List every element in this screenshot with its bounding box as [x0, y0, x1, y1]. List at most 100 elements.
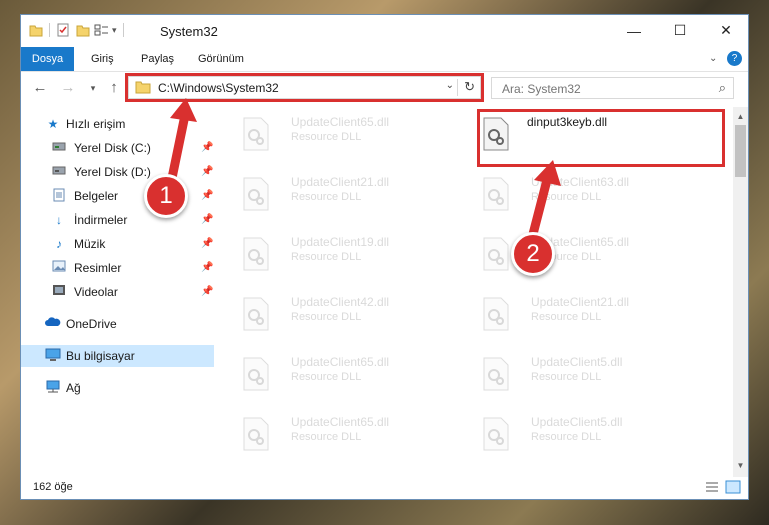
- file-type: Resource DLL: [531, 311, 602, 323]
- details-view-icon[interactable]: [704, 480, 720, 494]
- file-item[interactable]: UpdateClient65.dll Resource DLL: [219, 109, 449, 161]
- sidebar-item-this-pc[interactable]: Bu bilgisayar: [21, 345, 214, 367]
- sidebar-item-label: Müzik: [74, 237, 106, 251]
- forward-arrow-icon[interactable]: →: [59, 79, 77, 97]
- dll-file-icon: [243, 117, 269, 151]
- file-item[interactable]: UpdateClient65.dll Resource DLL: [459, 229, 689, 281]
- file-list: UpdateClient65.dll Resource DLL UpdateCl…: [215, 107, 732, 467]
- dll-file-icon: [243, 237, 269, 271]
- sidebar-item-local-disk-c[interactable]: Yerel Disk (C:) 📌: [21, 137, 214, 159]
- dll-file-icon: [483, 117, 509, 151]
- file-name: UpdateClient5.dll: [531, 355, 623, 369]
- video-icon: [51, 284, 67, 300]
- sidebar-item-onedrive[interactable]: OneDrive: [21, 313, 214, 335]
- up-arrow-icon[interactable]: ↑: [105, 79, 123, 97]
- vertical-scrollbar[interactable]: ▲ ▼: [733, 107, 748, 477]
- refresh-icon[interactable]: ↻: [464, 79, 475, 95]
- file-name: UpdateClient65.dll: [291, 355, 390, 369]
- dll-file-icon: [243, 357, 269, 391]
- file-type: Resource DLL: [531, 431, 602, 443]
- pin-icon[interactable]: 📌: [201, 257, 213, 279]
- pin-icon[interactable]: 📌: [201, 137, 213, 159]
- step-badge-1: 1: [144, 174, 188, 218]
- sidebar-item-quick-access[interactable]: ★ Hızlı erişim: [21, 113, 214, 135]
- dll-file-icon: [483, 297, 509, 331]
- scrollbar-thumb[interactable]: [735, 125, 746, 177]
- file-name: UpdateClient5.dll: [531, 415, 623, 429]
- sidebar-item-label: İndirmeler: [74, 213, 128, 227]
- dll-file-icon: [483, 417, 509, 451]
- sidebar-item-music[interactable]: ♪ Müzik 📌: [21, 233, 214, 255]
- title-bar: ▾ System32 — ☐ ✕: [21, 15, 748, 47]
- maximize-button[interactable]: ☐: [657, 15, 703, 46]
- back-arrow-icon[interactable]: ←: [31, 79, 49, 97]
- scroll-up-icon[interactable]: ▲: [733, 109, 748, 124]
- download-icon: ↓: [56, 213, 62, 227]
- pin-icon[interactable]: 📌: [201, 233, 213, 255]
- sidebar-item-network[interactable]: Ağ: [21, 377, 214, 399]
- sidebar-item-downloads[interactable]: ↓ İndirmeler 📌: [21, 209, 214, 231]
- sidebar-item-pictures[interactable]: Resimler 📌: [21, 257, 214, 279]
- sidebar-item-label: OneDrive: [66, 317, 117, 331]
- file-type: Resource DLL: [531, 371, 602, 383]
- file-name: UpdateClient21.dll: [291, 175, 390, 189]
- dll-file-icon: [243, 417, 269, 451]
- ribbon-expand-icon[interactable]: ⌄: [709, 47, 717, 71]
- sidebar-item-videos[interactable]: Videolar 📌: [21, 281, 214, 303]
- file-name: dinput3keyb.dll: [527, 115, 608, 129]
- music-icon: ♪: [56, 237, 62, 251]
- chevron-down-icon[interactable]: ⌄: [446, 80, 454, 91]
- item-count: 162 öğe: [33, 481, 73, 493]
- address-bar[interactable]: C:\Windows\System32 ⌄ ↻: [125, 73, 484, 102]
- file-item[interactable]: UpdateClient19.dll Resource DLL: [219, 229, 449, 281]
- chevron-down-icon[interactable]: ▾: [112, 25, 117, 36]
- file-item[interactable]: UpdateClient5.dll Resource DLL: [459, 409, 689, 461]
- properties-icon[interactable]: [56, 23, 70, 37]
- search-icon[interactable]: ⌕: [719, 80, 726, 96]
- file-item[interactable]: UpdateClient65.dll Resource DLL: [219, 409, 449, 461]
- pin-icon[interactable]: 📌: [201, 161, 213, 183]
- sidebar-item-label: Belgeler: [74, 189, 119, 203]
- pictures-icon: [51, 260, 67, 276]
- pin-icon[interactable]: 📌: [201, 281, 213, 303]
- sidebar-item-label: Videolar: [74, 285, 118, 299]
- close-button[interactable]: ✕: [703, 15, 749, 46]
- file-name: UpdateClient65.dll: [291, 415, 390, 429]
- star-icon: ★: [47, 117, 59, 131]
- large-icons-view-icon[interactable]: [725, 480, 741, 494]
- file-item[interactable]: UpdateClient5.dll Resource DLL: [459, 349, 689, 401]
- search-box[interactable]: ⌕: [491, 77, 734, 99]
- help-icon[interactable]: ?: [727, 51, 742, 66]
- pin-icon[interactable]: 📌: [201, 185, 213, 207]
- file-item[interactable]: UpdateClient42.dll Resource DLL: [219, 289, 449, 341]
- file-name: UpdateClient65.dll: [291, 115, 390, 129]
- sidebar-item-label: Ağ: [66, 381, 81, 395]
- tab-home[interactable]: Giriş: [91, 47, 114, 71]
- address-path[interactable]: C:\Windows\System32: [158, 81, 279, 95]
- minimize-button[interactable]: —: [611, 15, 657, 46]
- tab-view[interactable]: Görünüm: [198, 47, 244, 71]
- file-type: Resource DLL: [531, 191, 602, 203]
- drive-icon: [51, 164, 67, 180]
- file-item-dinput3keyb[interactable]: dinput3keyb.dll: [477, 109, 725, 167]
- file-item[interactable]: UpdateClient21.dll Resource DLL: [459, 289, 689, 341]
- folder-icon[interactable]: [29, 23, 43, 37]
- sidebar-item-label: Yerel Disk (C:): [74, 141, 151, 155]
- scroll-down-icon[interactable]: ▼: [733, 458, 748, 473]
- new-folder-icon[interactable]: [76, 23, 90, 37]
- dll-file-icon: [483, 357, 509, 391]
- recent-locations-icon[interactable]: ▾: [84, 79, 102, 97]
- navigation-pane: ★ Hızlı erişim Yerel Disk (C:) 📌 Yerel D…: [21, 107, 214, 467]
- file-item[interactable]: UpdateClient63.dll Resource DLL: [459, 169, 689, 221]
- file-item[interactable]: UpdateClient65.dll Resource DLL: [219, 349, 449, 401]
- file-name: UpdateClient42.dll: [291, 295, 390, 309]
- view-options-icon[interactable]: [94, 23, 110, 37]
- sidebar-item-local-disk-d[interactable]: Yerel Disk (D:) 📌: [21, 161, 214, 183]
- tab-file[interactable]: Dosya: [21, 47, 74, 71]
- file-type: Resource DLL: [291, 311, 362, 323]
- window-title: System32: [160, 24, 218, 39]
- tab-share[interactable]: Paylaş: [141, 47, 174, 71]
- file-item[interactable]: UpdateClient21.dll Resource DLL: [219, 169, 449, 221]
- search-input[interactable]: [500, 81, 704, 97]
- pin-icon[interactable]: 📌: [201, 209, 213, 231]
